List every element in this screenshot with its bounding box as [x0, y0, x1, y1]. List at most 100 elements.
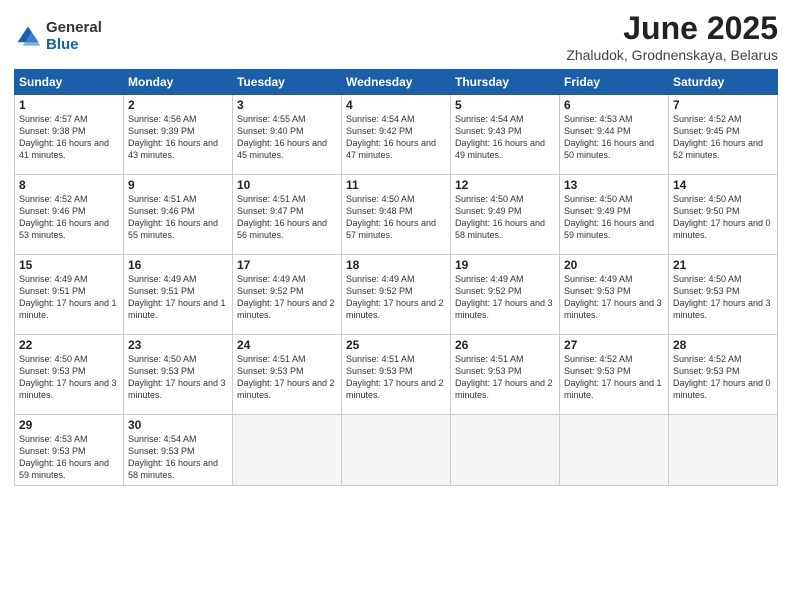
table-row: 30 Sunrise: 4:54 AMSunset: 9:53 PMDaylig…: [124, 415, 233, 486]
logo-blue: Blue: [46, 37, 102, 54]
table-row: 2 Sunrise: 4:56 AMSunset: 9:39 PMDayligh…: [124, 95, 233, 175]
table-row: 1 Sunrise: 4:57 AMSunset: 9:38 PMDayligh…: [15, 95, 124, 175]
title-block: June 2025 Zhaludok, Grodnenskaya, Belaru…: [566, 10, 778, 63]
day-info: Sunrise: 4:49 AMSunset: 9:51 PMDaylight:…: [19, 274, 117, 320]
day-number: 13: [564, 178, 664, 192]
header: General Blue June 2025 Zhaludok, Grodnen…: [14, 10, 778, 63]
table-row: 22 Sunrise: 4:50 AMSunset: 9:53 PMDaylig…: [15, 335, 124, 415]
table-row: [342, 415, 451, 486]
day-info: Sunrise: 4:52 AMSunset: 9:46 PMDaylight:…: [19, 194, 109, 240]
day-info: Sunrise: 4:52 AMSunset: 9:53 PMDaylight:…: [564, 354, 662, 400]
day-info: Sunrise: 4:49 AMSunset: 9:53 PMDaylight:…: [564, 274, 662, 320]
day-number: 27: [564, 338, 664, 352]
day-number: 21: [673, 258, 773, 272]
day-number: 8: [19, 178, 119, 192]
day-info: Sunrise: 4:53 AMSunset: 9:44 PMDaylight:…: [564, 114, 654, 160]
day-number: 29: [19, 418, 119, 432]
col-wednesday: Wednesday: [342, 70, 451, 95]
day-number: 28: [673, 338, 773, 352]
col-tuesday: Tuesday: [233, 70, 342, 95]
table-row: 16 Sunrise: 4:49 AMSunset: 9:51 PMDaylig…: [124, 255, 233, 335]
day-info: Sunrise: 4:50 AMSunset: 9:50 PMDaylight:…: [673, 194, 771, 240]
day-info: Sunrise: 4:54 AMSunset: 9:43 PMDaylight:…: [455, 114, 545, 160]
day-number: 11: [346, 178, 446, 192]
day-number: 18: [346, 258, 446, 272]
day-number: 3: [237, 98, 337, 112]
day-number: 19: [455, 258, 555, 272]
table-row: 4 Sunrise: 4:54 AMSunset: 9:42 PMDayligh…: [342, 95, 451, 175]
day-info: Sunrise: 4:50 AMSunset: 9:53 PMDaylight:…: [128, 354, 226, 400]
table-row: 14 Sunrise: 4:50 AMSunset: 9:50 PMDaylig…: [669, 175, 778, 255]
table-row: 27 Sunrise: 4:52 AMSunset: 9:53 PMDaylig…: [560, 335, 669, 415]
col-friday: Friday: [560, 70, 669, 95]
table-row: 23 Sunrise: 4:50 AMSunset: 9:53 PMDaylig…: [124, 335, 233, 415]
day-number: 22: [19, 338, 119, 352]
day-info: Sunrise: 4:51 AMSunset: 9:53 PMDaylight:…: [237, 354, 335, 400]
table-row: 7 Sunrise: 4:52 AMSunset: 9:45 PMDayligh…: [669, 95, 778, 175]
table-row: 25 Sunrise: 4:51 AMSunset: 9:53 PMDaylig…: [342, 335, 451, 415]
table-row: 18 Sunrise: 4:49 AMSunset: 9:52 PMDaylig…: [342, 255, 451, 335]
day-info: Sunrise: 4:50 AMSunset: 9:48 PMDaylight:…: [346, 194, 436, 240]
table-row: 15 Sunrise: 4:49 AMSunset: 9:51 PMDaylig…: [15, 255, 124, 335]
day-number: 20: [564, 258, 664, 272]
table-row: 26 Sunrise: 4:51 AMSunset: 9:53 PMDaylig…: [451, 335, 560, 415]
table-row: [451, 415, 560, 486]
table-row: 3 Sunrise: 4:55 AMSunset: 9:40 PMDayligh…: [233, 95, 342, 175]
day-number: 26: [455, 338, 555, 352]
day-info: Sunrise: 4:49 AMSunset: 9:51 PMDaylight:…: [128, 274, 226, 320]
day-info: Sunrise: 4:49 AMSunset: 9:52 PMDaylight:…: [237, 274, 335, 320]
day-number: 1: [19, 98, 119, 112]
table-row: [669, 415, 778, 486]
day-number: 10: [237, 178, 337, 192]
table-row: 5 Sunrise: 4:54 AMSunset: 9:43 PMDayligh…: [451, 95, 560, 175]
day-number: 30: [128, 418, 228, 432]
col-monday: Monday: [124, 70, 233, 95]
calendar: Sunday Monday Tuesday Wednesday Thursday…: [14, 69, 778, 486]
day-info: Sunrise: 4:51 AMSunset: 9:53 PMDaylight:…: [455, 354, 553, 400]
day-info: Sunrise: 4:53 AMSunset: 9:53 PMDaylight:…: [19, 434, 109, 480]
table-row: 6 Sunrise: 4:53 AMSunset: 9:44 PMDayligh…: [560, 95, 669, 175]
day-number: 17: [237, 258, 337, 272]
location-title: Zhaludok, Grodnenskaya, Belarus: [566, 47, 778, 63]
logo-general: General: [46, 20, 102, 37]
col-sunday: Sunday: [15, 70, 124, 95]
table-row: 9 Sunrise: 4:51 AMSunset: 9:46 PMDayligh…: [124, 175, 233, 255]
table-row: 20 Sunrise: 4:49 AMSunset: 9:53 PMDaylig…: [560, 255, 669, 335]
table-row: 21 Sunrise: 4:50 AMSunset: 9:53 PMDaylig…: [669, 255, 778, 335]
table-row: 28 Sunrise: 4:52 AMSunset: 9:53 PMDaylig…: [669, 335, 778, 415]
day-number: 12: [455, 178, 555, 192]
day-info: Sunrise: 4:57 AMSunset: 9:38 PMDaylight:…: [19, 114, 109, 160]
day-info: Sunrise: 4:50 AMSunset: 9:53 PMDaylight:…: [19, 354, 117, 400]
day-number: 4: [346, 98, 446, 112]
table-row: 12 Sunrise: 4:50 AMSunset: 9:49 PMDaylig…: [451, 175, 560, 255]
logo-icon: [14, 23, 42, 51]
day-number: 23: [128, 338, 228, 352]
day-info: Sunrise: 4:51 AMSunset: 9:47 PMDaylight:…: [237, 194, 327, 240]
day-info: Sunrise: 4:54 AMSunset: 9:42 PMDaylight:…: [346, 114, 436, 160]
day-info: Sunrise: 4:49 AMSunset: 9:52 PMDaylight:…: [455, 274, 553, 320]
day-number: 9: [128, 178, 228, 192]
table-row: [560, 415, 669, 486]
table-row: 8 Sunrise: 4:52 AMSunset: 9:46 PMDayligh…: [15, 175, 124, 255]
day-info: Sunrise: 4:52 AMSunset: 9:53 PMDaylight:…: [673, 354, 771, 400]
day-info: Sunrise: 4:50 AMSunset: 9:49 PMDaylight:…: [564, 194, 654, 240]
day-info: Sunrise: 4:55 AMSunset: 9:40 PMDaylight:…: [237, 114, 327, 160]
table-row: 17 Sunrise: 4:49 AMSunset: 9:52 PMDaylig…: [233, 255, 342, 335]
day-number: 15: [19, 258, 119, 272]
table-row: 24 Sunrise: 4:51 AMSunset: 9:53 PMDaylig…: [233, 335, 342, 415]
day-info: Sunrise: 4:51 AMSunset: 9:46 PMDaylight:…: [128, 194, 218, 240]
day-number: 5: [455, 98, 555, 112]
day-number: 25: [346, 338, 446, 352]
day-number: 16: [128, 258, 228, 272]
day-number: 7: [673, 98, 773, 112]
day-info: Sunrise: 4:54 AMSunset: 9:53 PMDaylight:…: [128, 434, 218, 480]
day-number: 6: [564, 98, 664, 112]
page: General Blue June 2025 Zhaludok, Grodnen…: [0, 0, 792, 612]
day-number: 2: [128, 98, 228, 112]
day-number: 24: [237, 338, 337, 352]
day-info: Sunrise: 4:50 AMSunset: 9:49 PMDaylight:…: [455, 194, 545, 240]
day-number: 14: [673, 178, 773, 192]
month-title: June 2025: [566, 10, 778, 47]
day-info: Sunrise: 4:52 AMSunset: 9:45 PMDaylight:…: [673, 114, 763, 160]
day-info: Sunrise: 4:56 AMSunset: 9:39 PMDaylight:…: [128, 114, 218, 160]
